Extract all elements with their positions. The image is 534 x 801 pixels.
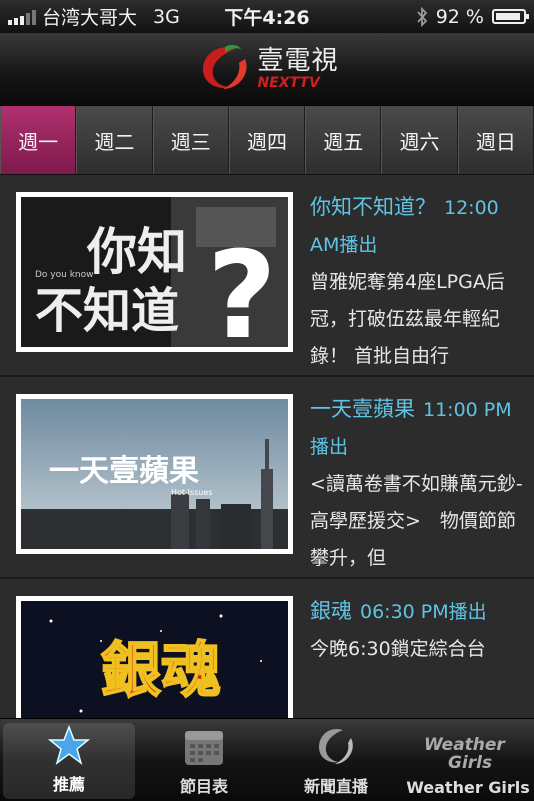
tab-friday[interactable]: 週五 xyxy=(305,106,382,174)
tab-label: 推薦 xyxy=(52,775,85,794)
app-header: 壹電視 NEXTTV xyxy=(0,33,534,106)
thumb-subtitle: Hot Issues xyxy=(171,488,212,497)
calendar-icon xyxy=(185,731,223,765)
program-title: 銀魂 xyxy=(310,599,352,623)
signal-icon xyxy=(8,9,36,25)
bluetooth-icon xyxy=(417,6,427,27)
tab-news-live[interactable]: 新聞直播 xyxy=(270,719,402,801)
program-description: <讀萬卷書不如賺萬元鈔-高學歷援交> 物價節節攀升，但 xyxy=(310,473,523,569)
svg-text:?: ? xyxy=(207,227,277,347)
battery-icon xyxy=(492,9,529,24)
tab-saturday[interactable]: 週六 xyxy=(381,106,458,174)
program-time: 06:30 PM播出 xyxy=(360,601,487,623)
thumb-title: 一天壹蘋果 xyxy=(49,454,199,489)
logo-swirl-icon xyxy=(203,44,248,89)
svg-text:你知: 你知 xyxy=(86,223,187,281)
tab-label: Weather Girls xyxy=(406,778,530,797)
app-logo: 壹電視 NEXTTV xyxy=(195,43,338,95)
star-icon xyxy=(48,724,90,765)
logo-chinese-text: 壹電視 xyxy=(257,46,339,76)
battery-percent: 92 % xyxy=(435,5,484,28)
tab-monday[interactable]: 週一 xyxy=(0,106,77,174)
program-description: 曾雅妮奪第4座LPGA后冠，打破伍茲最年輕紀錄！ 首批自由行 xyxy=(310,271,505,367)
program-thumbnail: 一天壹蘋果 Hot Issues xyxy=(16,394,293,554)
svg-text:不知道: 不知道 xyxy=(35,283,179,339)
tab-schedule[interactable]: 節目表 xyxy=(138,719,270,801)
tab-recommended[interactable]: 推薦 xyxy=(3,723,135,799)
tab-tuesday[interactable]: 週二 xyxy=(76,106,153,174)
tab-thursday[interactable]: 週四 xyxy=(228,106,306,174)
program-item[interactable]: 一天壹蘋果 Hot Issues 一天壹蘋果 11:00 PM播出 <讀萬卷書不如… xyxy=(0,377,534,579)
weather-girls-icon: Weather Girls xyxy=(424,735,506,772)
program-item[interactable]: 銀魂 銀魂 06:30 PM播出 今晚6:30鎖定綜合台 xyxy=(0,579,534,718)
carrier-name: 台湾大哥大 xyxy=(42,7,138,29)
program-title: 你知不知道？ xyxy=(310,195,436,219)
tab-sunday[interactable]: 週日 xyxy=(457,106,534,174)
tab-wednesday[interactable]: 週三 xyxy=(152,106,229,174)
tab-weather-girls[interactable]: Weather Girls Weather Girls xyxy=(402,719,534,801)
tab-label: 節目表 xyxy=(179,777,228,796)
program-description: 今晚6:30鎖定綜合台 xyxy=(310,638,486,660)
thumb-title: 銀魂 xyxy=(101,636,221,706)
news-live-icon xyxy=(319,728,353,764)
icon-text: Weather xyxy=(424,735,506,755)
weekday-tabs: 週一 週二 週三 週四 週五 週六 週日 xyxy=(0,106,534,175)
thumb-subtitle: Do you know xyxy=(35,270,93,280)
program-thumbnail: 銀魂 xyxy=(16,596,293,718)
tab-label: 新聞直播 xyxy=(303,777,368,796)
program-thumbnail: Do you know 你知 不知道 ? xyxy=(16,192,293,352)
program-list[interactable]: Do you know 你知 不知道 ? 你知不知道？ 12:00 AM播出 曾雅… xyxy=(0,175,534,718)
program-item[interactable]: Do you know 你知 不知道 ? 你知不知道？ 12:00 AM播出 曾雅… xyxy=(0,175,534,377)
program-title: 一天壹蘋果 xyxy=(310,397,415,421)
network-type: 3G xyxy=(153,5,180,28)
icon-text: Girls xyxy=(448,753,492,772)
status-bar: 台湾大哥大 3G 下午4:26 92 % xyxy=(0,0,534,33)
logo-english-text: NEXTTV xyxy=(257,75,320,91)
bottom-tab-bar: 推薦 節目表 新聞直播 Weather Girls Weather Girls xyxy=(0,718,534,801)
